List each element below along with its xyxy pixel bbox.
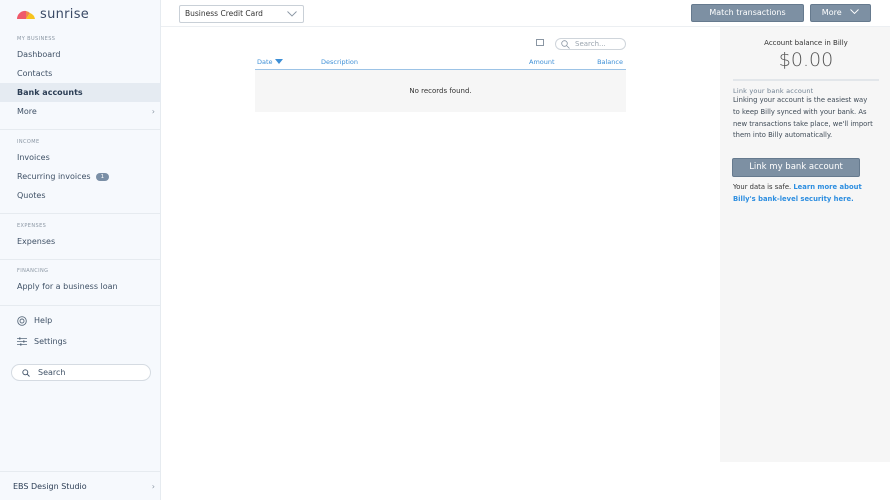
sidebar-item-recurring-invoices[interactable]: Recurring invoices 1 — [0, 167, 161, 186]
column-date[interactable]: Date — [257, 58, 283, 66]
search-icon — [561, 40, 570, 49]
sidebar-item-quotes[interactable]: Quotes — [0, 186, 161, 205]
security-note: Your data is safe. Learn more about Bill… — [733, 182, 873, 206]
sidebar-item-dashboard[interactable]: Dashboard — [0, 45, 161, 64]
divider — [0, 305, 161, 306]
sidebar-search-input[interactable]: Search — [11, 364, 151, 381]
sidebar-item-help[interactable]: Help — [0, 311, 161, 330]
divider — [733, 79, 879, 81]
balance-amount: $0.00 — [778, 49, 834, 71]
account-select[interactable]: Business Credit Card — [179, 5, 304, 23]
divider — [0, 213, 161, 214]
count-badge: 1 — [95, 173, 110, 181]
chevron-right-icon: › — [151, 482, 155, 491]
balance-label: Account balance in Billy — [764, 39, 848, 47]
topbar: Business Credit Card Match transactions … — [161, 0, 890, 27]
sidebar-item-business-loan[interactable]: Apply for a business loan — [0, 277, 161, 296]
column-label: Date — [257, 58, 273, 66]
chevron-down-icon — [287, 11, 297, 17]
column-balance[interactable]: Balance — [597, 58, 623, 66]
section-title: EXPENSES — [17, 223, 47, 229]
sidebar: sunrise MY BUSINESS Dashboard Contacts B… — [0, 0, 161, 500]
sidebar-item-label: Recurring invoices — [17, 172, 91, 181]
sidebar-item-more[interactable]: More › — [0, 102, 161, 121]
search-icon — [22, 368, 30, 377]
empty-state: No records found. — [255, 70, 626, 112]
more-label: More — [821, 8, 842, 17]
organization-switcher[interactable]: EBS Design Studio › — [0, 471, 161, 500]
brand-name: sunrise — [40, 7, 90, 22]
settings-sliders-icon — [17, 337, 27, 346]
settings-label: Settings — [34, 337, 67, 346]
chevron-down-icon — [850, 9, 860, 15]
account-panel: Account balance in Billy $0.00 Link your… — [720, 27, 890, 462]
sunrise-logo-icon — [16, 10, 35, 19]
sort-desc-icon — [274, 59, 283, 64]
match-transactions-button[interactable]: Match transactions — [691, 4, 804, 22]
sidebar-item-invoices[interactable]: Invoices — [0, 148, 161, 167]
section-title: INCOME — [17, 139, 40, 145]
link-title: Link your bank account — [733, 87, 814, 95]
sidebar-item-bank-accounts[interactable]: Bank accounts — [0, 83, 161, 102]
sidebar-item-expenses[interactable]: Expenses — [0, 232, 161, 251]
help-icon — [17, 315, 27, 326]
search-placeholder: Search — [38, 368, 66, 377]
section-title: FINANCING — [17, 268, 49, 274]
divider — [0, 129, 161, 130]
safe-text: Your data is safe. — [733, 183, 792, 191]
link-bank-account-button[interactable]: Link my bank account — [732, 158, 860, 177]
sidebar-item-label: More — [17, 107, 37, 116]
logo[interactable]: sunrise — [16, 7, 89, 22]
link-description: Linking your account is the easiest way … — [733, 96, 873, 140]
column-description[interactable]: Description — [321, 58, 358, 66]
more-button[interactable]: More — [810, 4, 871, 22]
help-label: Help — [34, 316, 53, 325]
search-placeholder: Search... — [575, 40, 606, 48]
divider — [0, 259, 161, 260]
sidebar-item-settings[interactable]: Settings — [0, 332, 161, 351]
section-title: MY BUSINESS — [17, 36, 56, 42]
column-amount[interactable]: Amount — [529, 58, 555, 66]
table-header: Date Description Amount Balance — [255, 56, 626, 70]
sidebar-item-contacts[interactable]: Contacts — [0, 64, 161, 83]
columns-icon[interactable] — [536, 39, 544, 46]
account-select-value: Business Credit Card — [185, 9, 263, 18]
chevron-right-icon: › — [151, 107, 155, 116]
organization-name: EBS Design Studio — [13, 482, 87, 491]
table-search-input[interactable]: Search... — [555, 38, 626, 50]
